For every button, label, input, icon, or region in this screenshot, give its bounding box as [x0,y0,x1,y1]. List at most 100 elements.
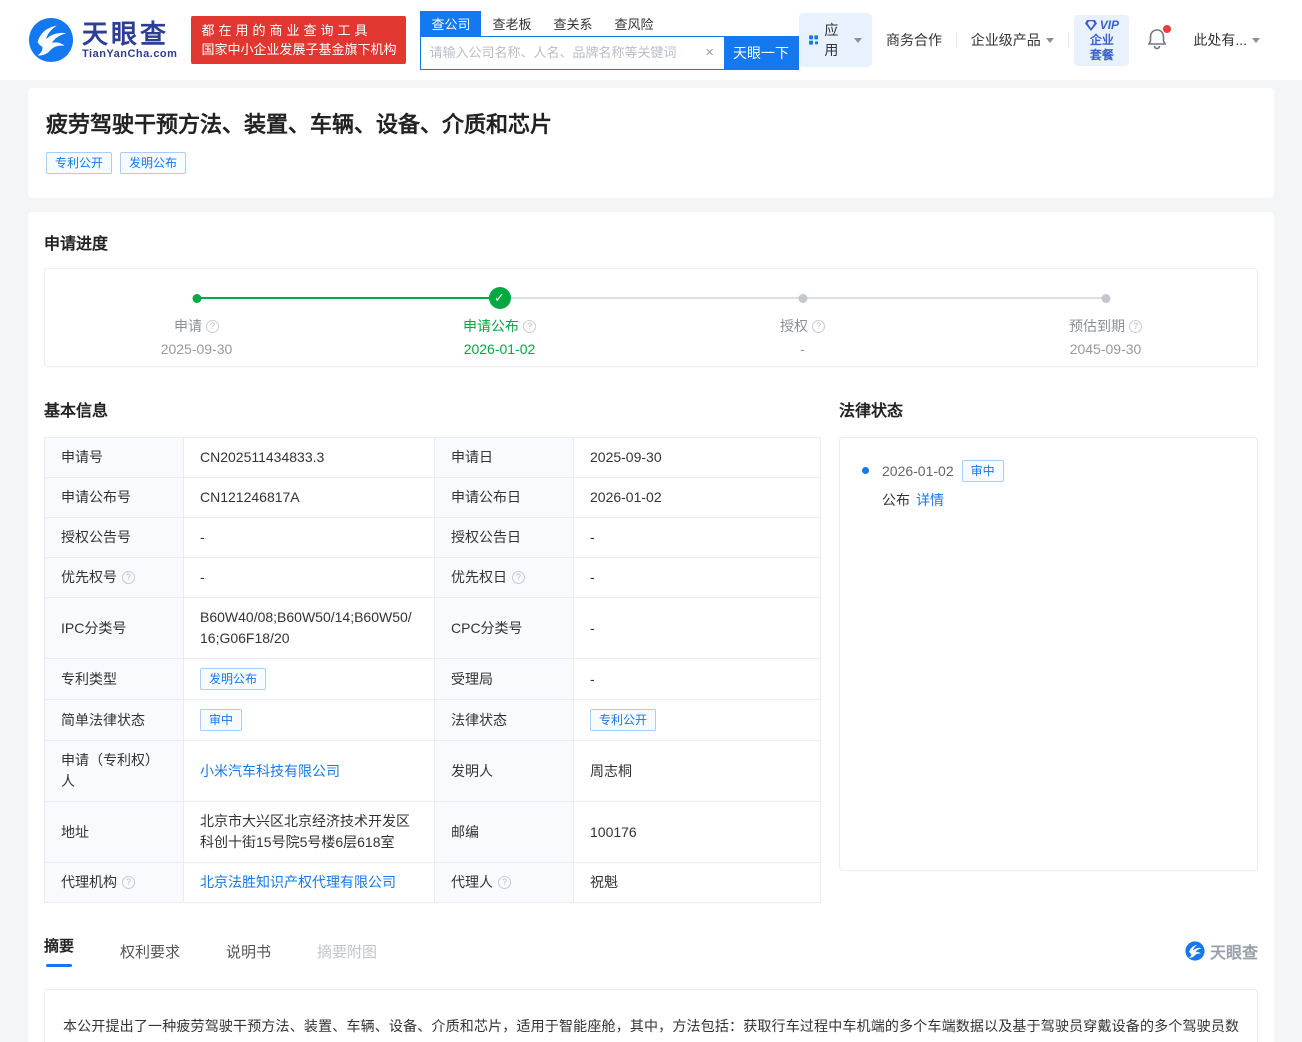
field-value: 北京市大兴区北京经济技术开发区科创十街15号院5号楼6层618室 [183,801,435,863]
search-button[interactable]: 天眼一下 [723,36,798,69]
chevron-down-icon [1252,37,1261,43]
help-icon[interactable]: ? [1129,319,1142,333]
table-row: IPC分类号 B60W40/08;B60W50/14;B60W50/16;G06… [44,597,821,659]
search-tabs: 查公司 查老板 查关系 查风险 [420,10,799,36]
field-label: 法律状态 [434,699,574,741]
patent-detail-card: 申请进度 ✓ 申请? 2025-09-30 申请公布? 2026-01-02 授… [28,212,1274,1042]
search-input[interactable] [421,36,696,69]
step-date: - [800,341,805,357]
field-value: 周志桐 [573,740,821,802]
search-tab-relation[interactable]: 查关系 [542,11,603,36]
applicant-link[interactable]: 小米汽车科技有限公司 [200,763,340,779]
field-label: 受理局 [434,658,574,700]
field-label: 优先权日 [451,569,507,585]
logo-text: 天眼查 [82,19,170,49]
apps-label: 应用 [824,22,839,58]
chevron-down-icon [853,37,862,43]
field-label: 优先权号 [61,569,117,585]
field-label: IPC分类号 [44,597,184,659]
search-tab-boss[interactable]: 查老板 [481,11,542,36]
top-nav: 应用 商务合作 企业级产品 VIP 企业套餐 此处有... [798,13,1274,67]
basic-info-heading: 基本信息 [44,403,109,420]
search-tab-company[interactable]: 查公司 [420,10,482,36]
tianyancha-logo[interactable]: 天眼查 TianYanCha.com [28,17,177,63]
legal-status-heading: 法律状态 [839,403,904,420]
table-row: 申请号 CN202511434833.3 申请日 2025-09-30 [44,437,821,478]
notifications-button[interactable] [1135,24,1179,53]
patent-type-tag: 发明公布 [200,668,267,690]
patent-title-card: 疲劳驾驶干预方法、装置、车辆、设备、介质和芯片 专利公开 发明公布 [28,88,1274,198]
basic-info-table: 申请号 CN202511434833.3 申请日 2025-09-30 申请公布… [44,437,821,903]
timeline-step-published: 申请公布? 2026-01-02 [410,316,590,357]
account-menu[interactable]: 此处有... [1179,30,1274,50]
bullet-icon [862,467,869,474]
field-label: 专利类型 [44,658,184,700]
vip-package-button[interactable]: VIP 企业套餐 [1074,14,1130,66]
table-row: 代理机构? 北京法胜知识产权代理有限公司 代理人? 祝魁 [44,862,821,903]
watermark-logo: 天眼查 [1185,939,1258,963]
tab-abstract-figure: 摘要附图 [317,943,378,961]
patent-status-tag: 专利公开 [46,152,113,174]
nav-item-enterprise[interactable]: 企业级产品 [957,30,1068,50]
tab-abstract[interactable]: 摘要 [44,935,74,967]
field-value: - [183,557,435,598]
slogan-line2: 国家中小企业发展子基金旗下机构 [201,42,397,57]
patent-type-tag: 发明公布 [120,152,187,174]
field-value: 2026-01-02 [573,477,821,518]
help-icon[interactable]: ? [206,319,219,333]
field-value: CN202511434833.3 [183,437,435,478]
apps-grid-icon [808,35,819,45]
simple-legal-status-tag: 审中 [200,709,243,731]
field-label: 地址 [44,801,184,863]
timeline-dot-expiry [1101,294,1110,303]
tab-claims[interactable]: 权利要求 [120,941,180,962]
timeline-dot-granted [798,294,807,303]
field-value: 2025-09-30 [573,437,821,478]
table-row: 优先权号? - 优先权日? - [44,557,821,598]
step-date: 2025-09-30 [160,341,233,357]
slogan-line1: 都在用的商业查询工具 [201,23,372,38]
help-icon[interactable]: ? [122,876,135,889]
search-tab-risk[interactable]: 查风险 [604,11,665,36]
legal-status-panel: 2026-01-02 审中 公布 详情 [839,437,1258,871]
page-title: 疲劳驾驶干预方法、装置、车辆、设备、介质和芯片 [46,112,553,137]
table-row: 地址 北京市大兴区北京经济技术开发区科创十街15号院5号楼6层618室 邮编 1… [44,801,821,863]
vip-label: VIP [1099,17,1120,32]
help-icon[interactable]: ? [512,571,525,584]
legal-date: 2026-01-02 [882,463,954,479]
field-value: CN121246817A [183,477,435,518]
field-value: - [183,517,435,558]
clear-search-icon[interactable]: × [695,44,724,61]
abstract-content: 本公开提出了一种疲劳驾驶干预方法、装置、车辆、设备、介质和芯片，适用于智能座舱，… [44,989,1258,1042]
help-icon[interactable]: ? [523,319,536,333]
help-icon[interactable]: ? [122,571,135,584]
divider [1067,32,1069,48]
tianyancha-logo-icon [28,17,74,63]
legal-status-item: 2026-01-02 审中 公布 详情 [860,460,1237,510]
search-module: 查公司 查老板 查关系 查风险 × 天眼一下 [420,10,799,70]
logo-domain: TianYanCha.com [82,48,178,60]
field-label: CPC分类号 [434,597,574,659]
table-row: 申请公布号 CN121246817A 申请公布日 2026-01-02 [44,477,821,518]
field-value: B60W40/08;B60W50/14;B60W50/16;G06F18/20 [183,597,435,659]
field-value: 祝魁 [573,862,821,903]
table-row: 简单法律状态 审中 法律状态 专利公开 [44,699,821,741]
apps-menu-button[interactable]: 应用 [798,13,872,67]
chevron-down-icon [1045,37,1054,43]
field-value: - [573,597,821,659]
agency-link[interactable]: 北京法胜知识产权代理有限公司 [200,874,396,890]
table-row: 授权公告号 - 授权公告日 - [44,517,821,558]
watermark-text: 天眼查 [1209,945,1258,962]
field-label: 发明人 [434,740,574,802]
field-value: 100176 [573,801,821,863]
legal-detail-link[interactable]: 详情 [916,492,944,508]
brand-slogan-banner: 都在用的商业查询工具 国家中小企业发展子基金旗下机构 [191,16,407,64]
help-icon[interactable]: ? [498,876,511,889]
legal-state-tag: 审中 [961,460,1004,482]
vip-gem-icon [1084,19,1097,31]
nav-item-cooperation[interactable]: 商务合作 [872,30,956,50]
tab-description[interactable]: 说明书 [226,941,271,962]
field-label: 申请公布号 [44,477,184,518]
help-icon[interactable]: ? [812,319,825,333]
notification-badge [1163,24,1172,33]
